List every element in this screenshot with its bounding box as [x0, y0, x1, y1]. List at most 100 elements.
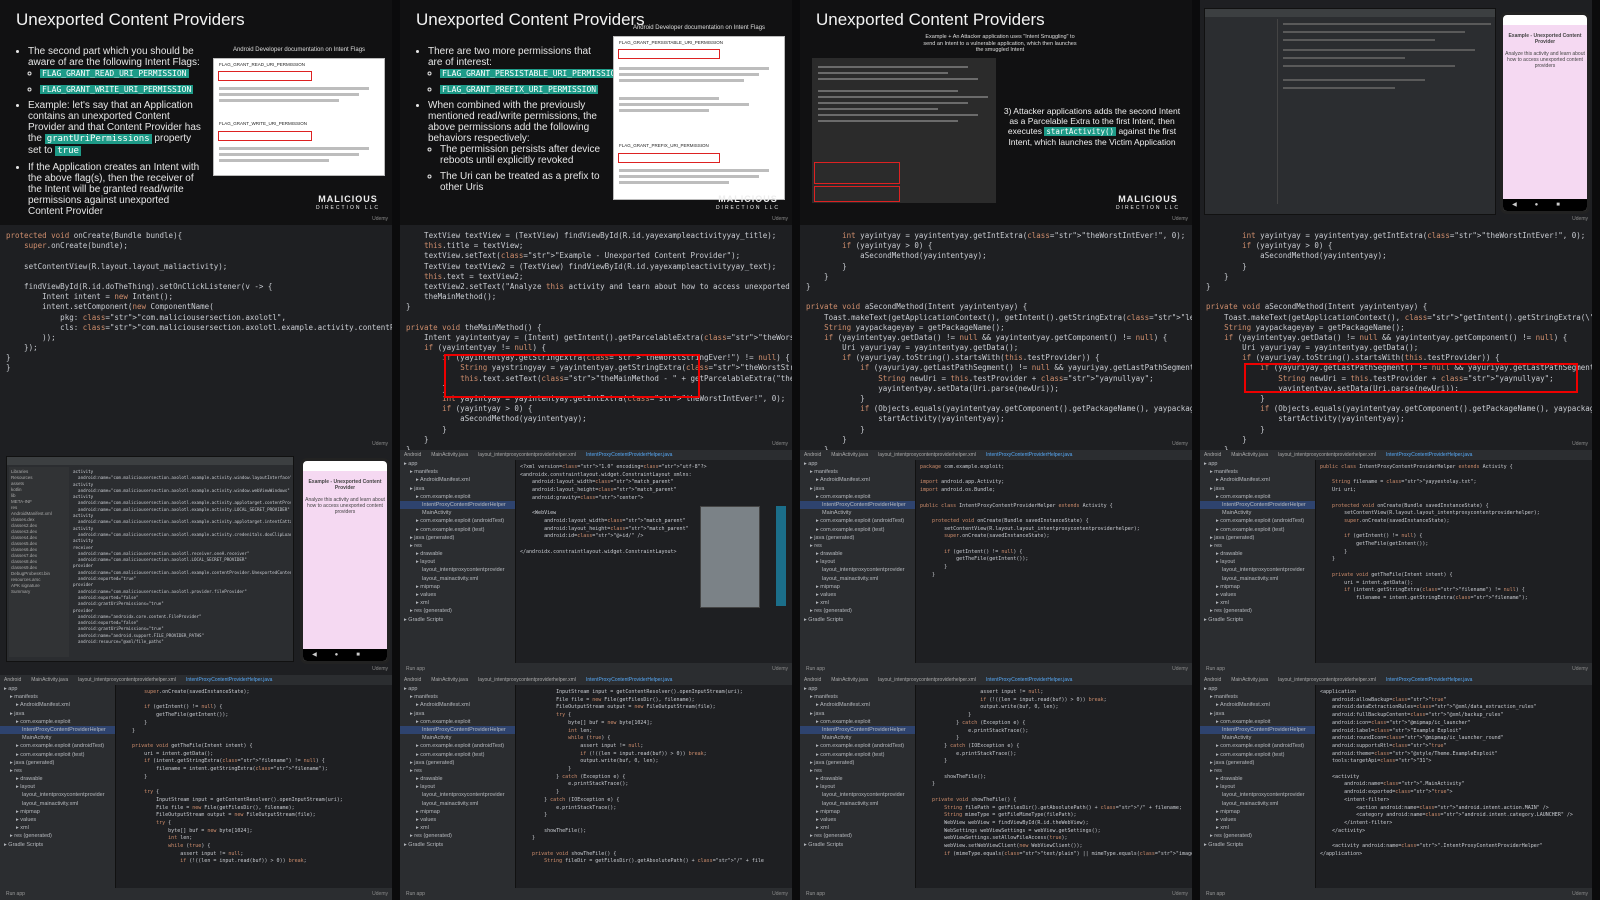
tree-item[interactable]: ▸ Gradle Scripts	[400, 841, 515, 849]
tree-item[interactable]: ▸ mipmap	[1200, 808, 1315, 816]
code-editor[interactable]: TextView textView = (TextView) findViewB…	[400, 225, 792, 450]
tree-item[interactable]: ▸ res (generated)	[0, 832, 115, 840]
editor-tab[interactable]: IntentProxyContentProviderHelper.java	[586, 452, 672, 458]
tree-item[interactable]: ▸ java	[800, 485, 915, 493]
tree-item[interactable]: ▸ java	[400, 485, 515, 493]
editor-tab[interactable]: layout_intentproxycontentproviderhelper.…	[478, 677, 576, 683]
tree-item[interactable]: ▸ manifests	[1200, 693, 1315, 701]
editor-tab[interactable]: layout_intentproxycontentproviderhelper.…	[1278, 452, 1376, 458]
tree-item[interactable]: IntentProxyContentProviderHelper	[1200, 500, 1315, 510]
tree-item[interactable]: layout_intentproxycontentprovider	[1200, 566, 1315, 574]
tree-item[interactable]: ▸ com.example.exploit (test)	[400, 751, 515, 759]
tree-item[interactable]: IntentProxyContentProviderHelper	[0, 725, 115, 735]
tree-item[interactable]: layout_intentproxycontentprovider	[400, 791, 515, 799]
project-view-label[interactable]: Android	[404, 452, 421, 458]
tree-item[interactable]: ▸ com.example.exploit (androidTest)	[800, 742, 915, 750]
tree-item[interactable]: ▸ res (generated)	[400, 832, 515, 840]
tree-item[interactable]: ▸ Gradle Scripts	[800, 616, 915, 624]
tree-item[interactable]: ▸ com.example.exploit (androidTest)	[800, 517, 915, 525]
editor-tab[interactable]: MainActivity.java	[31, 677, 68, 683]
tree-item[interactable]: ▸ Gradle Scripts	[1200, 616, 1315, 624]
tree-item[interactable]: ▸ values	[800, 591, 915, 599]
tree-item[interactable]: ▸ drawable	[0, 775, 115, 783]
tree-item[interactable]: ▸ manifests	[400, 468, 515, 476]
tree-item[interactable]: ▸ com.example.exploit	[400, 493, 515, 501]
tree-item[interactable]: ▸ com.example.exploit	[1200, 718, 1315, 726]
code-editor[interactable]: super.onCreate(savedInstanceState); if (…	[120, 689, 392, 888]
tree-item[interactable]: ▸ com.example.exploit	[0, 718, 115, 726]
tree-item[interactable]: MainActivity	[800, 734, 915, 742]
tree-item[interactable]: ▸ xml	[400, 599, 515, 607]
tree-item[interactable]: ▸ Gradle Scripts	[1200, 841, 1315, 849]
tree-item[interactable]: ▸ xml	[1200, 824, 1315, 832]
tree-item[interactable]: ▸ Gradle Scripts	[400, 616, 515, 624]
tree-item[interactable]: ▸ manifests	[800, 468, 915, 476]
editor-tab[interactable]: IntentProxyContentProviderHelper.java	[186, 677, 272, 683]
tree-item[interactable]: ▸ com.example.exploit (test)	[0, 751, 115, 759]
tree-item[interactable]: ▸ app	[400, 460, 515, 468]
editor-tab[interactable]: layout_intentproxycontentproviderhelper.…	[878, 452, 976, 458]
code-editor[interactable]: <application android:allowBackup=class="…	[1320, 689, 1592, 888]
tree-item[interactable]: ▸ com.example.exploit (androidTest)	[1200, 742, 1315, 750]
tree-item[interactable]: ▸ com.example.exploit (test)	[400, 526, 515, 534]
editor-tab[interactable]: MainActivity.java	[831, 677, 868, 683]
tree-item[interactable]: ▸ java (generated)	[400, 534, 515, 542]
tree-item[interactable]: ▸ xml	[400, 824, 515, 832]
editor-tab[interactable]: IntentProxyContentProviderHelper.java	[1386, 452, 1472, 458]
run-bar[interactable]: Run app	[400, 663, 792, 675]
tree-item[interactable]: MainActivity	[800, 509, 915, 517]
tree-item[interactable]: ▸ java (generated)	[800, 534, 915, 542]
editor-tab[interactable]: MainActivity.java	[1231, 677, 1268, 683]
tree-item[interactable]: ▸ res (generated)	[800, 832, 915, 840]
tree-item[interactable]: layout_mainactivity.xml	[400, 575, 515, 583]
tree-item[interactable]: ▸ app	[400, 685, 515, 693]
editor-tab[interactable]: layout_intentproxycontentproviderhelper.…	[78, 677, 176, 683]
tree-item[interactable]: ▸ Gradle Scripts	[0, 841, 115, 849]
tree-item[interactable]: ▸ app	[0, 685, 115, 693]
tree-item[interactable]: IntentProxyContentProviderHelper	[1200, 725, 1315, 735]
tree-item[interactable]: ▸ layout	[1200, 558, 1315, 566]
tree-item[interactable]: ▸ mipmap	[0, 808, 115, 816]
tree-item[interactable]: ▸ com.example.exploit (androidTest)	[400, 517, 515, 525]
project-view-label[interactable]: Android	[4, 677, 21, 683]
tree-item[interactable]: ▸ res (generated)	[400, 607, 515, 615]
editor-tab[interactable]: layout_intentproxycontentproviderhelper.…	[478, 452, 576, 458]
tree-item[interactable]: ▸ app	[1200, 460, 1315, 468]
tree-item[interactable]: ▸ AndroidManifest.xml	[400, 476, 515, 484]
tree-item[interactable]: layout_mainactivity.xml	[400, 800, 515, 808]
tree-item[interactable]: ▸ com.example.exploit (test)	[800, 526, 915, 534]
tree-item[interactable]: ▸ layout	[0, 783, 115, 791]
tree-item[interactable]: ▸ values	[800, 816, 915, 824]
tree-item[interactable]: ▸ com.example.exploit (androidTest)	[400, 742, 515, 750]
run-bar[interactable]: Run app	[400, 888, 792, 900]
tree-item[interactable]: ▸ drawable	[800, 550, 915, 558]
code-editor[interactable]: InputStream input = getContentResolver()…	[520, 689, 792, 888]
tree-item[interactable]: ▸ layout	[400, 783, 515, 791]
tree-item[interactable]: layout_mainactivity.xml	[800, 800, 915, 808]
code-editor[interactable]: protected void onCreate(Bundle bundle){ …	[0, 225, 392, 450]
run-bar[interactable]: Run app	[1200, 663, 1592, 675]
tree-item[interactable]: ▸ drawable	[400, 775, 515, 783]
tree-item[interactable]: layout_mainactivity.xml	[800, 575, 915, 583]
manifest-text[interactable]: activity android:name="com.maliciouserse…	[73, 469, 291, 657]
tree-item[interactable]: ▸ com.example.exploit (test)	[1200, 751, 1315, 759]
code-editor[interactable]: public class IntentProxyContentProviderH…	[1320, 464, 1592, 663]
tree-item[interactable]: ▸ AndroidManifest.xml	[400, 701, 515, 709]
tree-item[interactable]: ▸ java (generated)	[0, 759, 115, 767]
tree-item[interactable]: layout_intentproxycontentprovider	[1200, 791, 1315, 799]
tree-item[interactable]: ▸ AndroidManifest.xml	[1200, 476, 1315, 484]
editor-tab[interactable]: layout_intentproxycontentproviderhelper.…	[1278, 677, 1376, 683]
tree-item[interactable]: IntentProxyContentProviderHelper	[400, 500, 515, 510]
tree-item[interactable]: ▸ res (generated)	[1200, 607, 1315, 615]
tree-item[interactable]: ▸ java	[1200, 485, 1315, 493]
tree-item[interactable]: ▸ values	[400, 591, 515, 599]
tree-item[interactable]: ▸ values	[400, 816, 515, 824]
tree-item[interactable]: ▸ app	[800, 685, 915, 693]
editor-tab[interactable]: MainActivity.java	[831, 452, 868, 458]
tree-item[interactable]: ▸ drawable	[1200, 775, 1315, 783]
tree-item[interactable]: ▸ mipmap	[400, 808, 515, 816]
tree-item[interactable]: IntentProxyContentProviderHelper	[800, 725, 915, 735]
tree-item[interactable]: ▸ values	[0, 816, 115, 824]
tree-item[interactable]: ▸ res	[400, 542, 515, 550]
file-tree[interactable]: Libraries Resources assets kotlin lib META-IN…	[9, 467, 69, 657]
